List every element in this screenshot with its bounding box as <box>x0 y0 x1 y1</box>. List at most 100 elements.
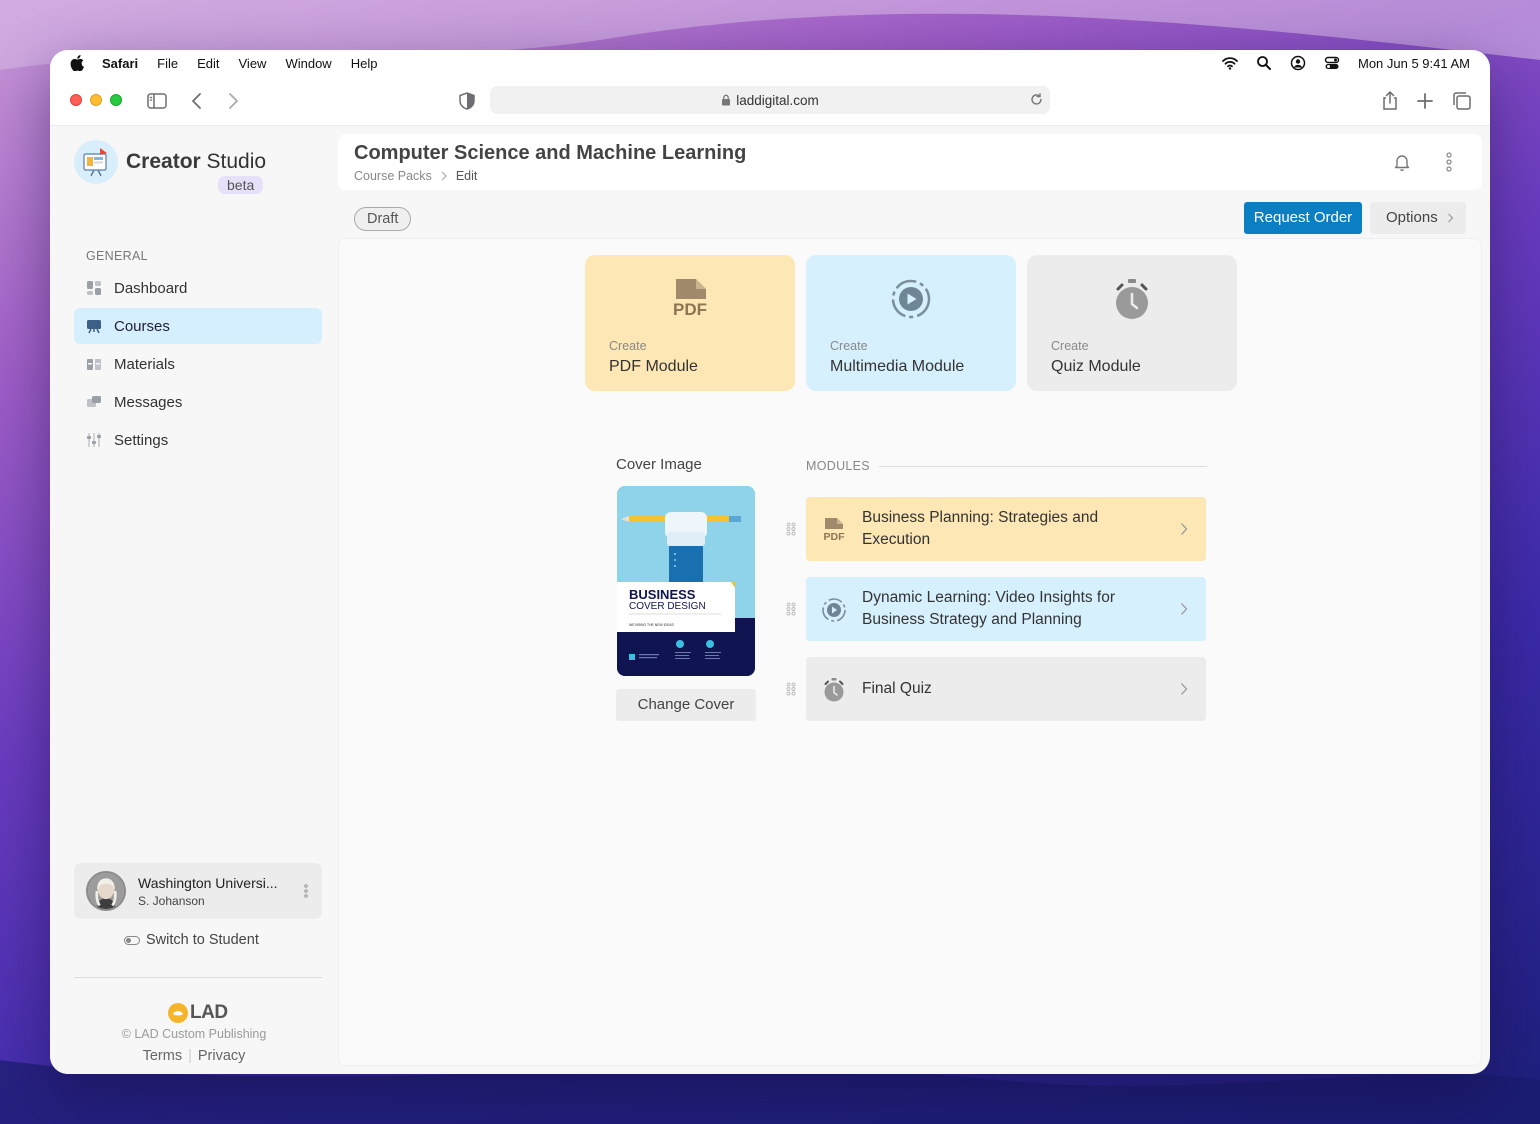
cover-image[interactable]: BUSINESS COVER DESIGN WE BRING THE NEW I… <box>617 486 755 676</box>
menu-app-name[interactable]: Safari <box>102 56 138 71</box>
sidebar-item-settings[interactable]: Settings <box>74 422 322 458</box>
page-title: Computer Science and Machine Learning <box>354 142 747 164</box>
cover-tagline: WE BRING THE NEW IDEAS <box>629 623 675 627</box>
new-tab-icon[interactable] <box>1414 90 1436 112</box>
creator-studio-logo <box>74 140 118 184</box>
menubar-clock: Mon Jun 5 9:41 AM <box>1357 55 1470 71</box>
lock-icon <box>722 94 731 106</box>
request-order-button[interactable]: Request Order <box>1244 202 1362 234</box>
brand-name-light: Studio <box>200 150 267 173</box>
drag-handle-icon[interactable] <box>786 682 796 696</box>
address-bar[interactable]: laddigital.com <box>490 86 1050 114</box>
module-item-quiz[interactable]: Final Quiz <box>806 657 1206 721</box>
menu-bar: Safari File Edit View Window Help Mon Ju… <box>50 50 1490 76</box>
reload-icon[interactable] <box>1029 92 1044 107</box>
stopwatch-icon <box>824 678 844 702</box>
switch-to-student-toggle[interactable]: Switch to Student <box>124 932 259 948</box>
drag-handle-icon[interactable] <box>786 602 796 616</box>
sidebar-item-courses[interactable]: Courses <box>74 308 322 344</box>
drag-handle-icon[interactable] <box>786 522 796 536</box>
menu-edit[interactable]: Edit <box>197 56 219 71</box>
privacy-link[interactable]: Privacy <box>198 1048 246 1064</box>
sidebar-nav: Dashboard Courses Materials Messages Set… <box>74 270 322 460</box>
copyright: © LAD Custom Publishing <box>121 1027 267 1041</box>
sidebar-item-dashboard[interactable]: Dashboard <box>74 270 322 306</box>
change-cover-button[interactable]: Change Cover <box>616 689 756 721</box>
card-title: Multimedia Module <box>830 358 965 375</box>
cover-image-label: Cover Image <box>616 456 702 473</box>
settings-icon <box>87 433 101 447</box>
close-window-button[interactable] <box>70 94 82 106</box>
browser-toolbar: laddigital.com <box>50 76 1490 126</box>
chevron-right-icon <box>1181 603 1188 615</box>
window-controls <box>70 94 122 106</box>
options-button[interactable]: Options <box>1370 202 1466 234</box>
create-multimedia-module-card[interactable]: Create Multimedia Module <box>806 255 1016 391</box>
account-switcher[interactable]: Washington Universi... S. Johanson <box>74 863 322 919</box>
breadcrumb-edit: Edit <box>455 169 478 183</box>
module-item-video[interactable]: Dynamic Learning: Video Insights for Bus… <box>806 577 1206 641</box>
url-text: laddigital.com <box>736 92 819 108</box>
zoom-window-button[interactable] <box>110 94 122 106</box>
sidebar-item-materials[interactable]: Materials <box>74 346 322 382</box>
more-vertical-icon[interactable] <box>1446 152 1452 172</box>
card-title: PDF Module <box>609 358 698 375</box>
editor-panel: PDF Create PDF Module Create Multimedia … <box>338 238 1482 1066</box>
breadcrumb: Course Packs Edit <box>354 169 477 183</box>
chevron-right-icon <box>1448 213 1454 223</box>
play-icon <box>891 279 931 319</box>
breadcrumb-course-packs[interactable]: Course Packs <box>354 169 432 183</box>
sidebar-item-messages[interactable]: Messages <box>74 384 322 420</box>
switch-label: Switch to Student <box>146 932 259 948</box>
toggle-icon <box>124 935 140 945</box>
sidebar-toggle-icon[interactable] <box>146 90 168 112</box>
user-account-icon[interactable] <box>1290 55 1306 71</box>
wifi-icon[interactable] <box>1222 55 1238 71</box>
menu-file[interactable]: File <box>157 56 178 71</box>
cover-title: BUSINESS <box>629 587 696 602</box>
cover-subtitle: COVER DESIGN <box>629 601 706 612</box>
more-vertical-icon[interactable] <box>304 883 308 899</box>
modules-divider <box>879 466 1207 467</box>
menu-help[interactable]: Help <box>351 56 378 71</box>
terms-link[interactable]: Terms <box>143 1048 182 1064</box>
footer-links: Terms | Privacy <box>142 1048 246 1064</box>
pdf-icon: PDF <box>824 518 845 543</box>
create-quiz-module-card[interactable]: Create Quiz Module <box>1027 255 1237 391</box>
sidebar-item-label: Settings <box>114 431 169 449</box>
create-pdf-module-card[interactable]: PDF Create PDF Module <box>585 255 795 391</box>
control-center-icon[interactable] <box>1324 55 1340 71</box>
svg-text:PDF: PDF <box>673 300 707 319</box>
forward-icon[interactable] <box>222 90 244 112</box>
notification-bell-icon[interactable] <box>1392 152 1412 172</box>
modules-section-label: MODULES <box>806 459 870 473</box>
beta-badge: beta <box>218 176 264 194</box>
back-icon[interactable] <box>186 90 208 112</box>
minimize-window-button[interactable] <box>90 94 102 106</box>
lad-logo: LAD <box>168 1002 228 1024</box>
card-small-label: Create <box>609 339 647 353</box>
messages-icon <box>87 396 101 407</box>
brand-name: Creator Studio <box>126 150 266 174</box>
sidebar-item-label: Materials <box>114 355 175 373</box>
module-title: Business Planning: Strategies and Execut… <box>862 509 1099 548</box>
sidebar-item-label: Dashboard <box>114 279 188 297</box>
nav-section-general: GENERAL <box>86 249 148 263</box>
pdf-icon: PDF <box>673 279 707 319</box>
tab-overview-icon[interactable] <box>1451 90 1473 112</box>
menu-window[interactable]: Window <box>285 56 331 71</box>
menu-view[interactable]: View <box>239 56 267 71</box>
share-icon[interactable] <box>1379 90 1401 112</box>
module-title: Dynamic Learning: Video Insights for Bus… <box>862 589 1116 628</box>
sidebar-divider <box>74 977 322 978</box>
courses-icon <box>87 320 101 334</box>
module-title: Final Quiz <box>862 680 932 697</box>
module-item-pdf[interactable]: PDF Business Planning: Strategies and Ex… <box>806 497 1206 561</box>
spotlight-search-icon[interactable] <box>1256 55 1272 71</box>
privacy-shield-icon[interactable] <box>456 90 478 112</box>
play-icon <box>822 598 846 622</box>
account-user: S. Johanson <box>138 894 205 908</box>
stopwatch-icon <box>1116 279 1148 319</box>
apple-icon[interactable] <box>70 55 84 71</box>
page-header: Computer Science and Machine Learning Co… <box>338 134 1482 190</box>
